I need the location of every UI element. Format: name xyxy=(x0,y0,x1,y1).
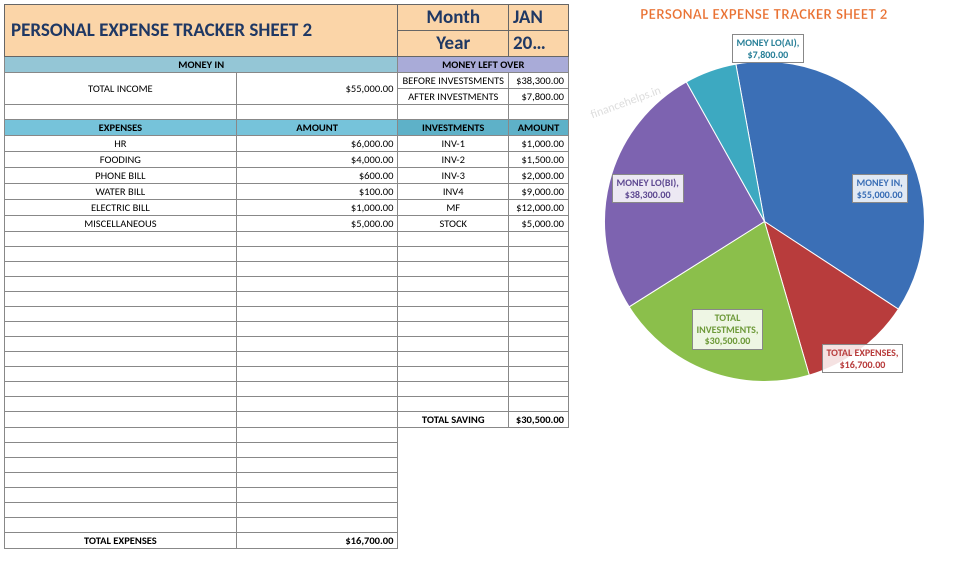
table-row xyxy=(5,428,569,443)
table-row xyxy=(5,337,569,352)
table-row: HR$6,000.00INV-1$1,000.00 xyxy=(5,136,569,152)
table-row: MISCELLANEOUS$5,000.00STOCK$5,000.00 xyxy=(5,216,569,232)
table-row xyxy=(5,488,569,503)
investment-amount[interactable]: $5,000.00 xyxy=(509,216,569,232)
total-income-value[interactable]: $55,000.00 xyxy=(236,73,398,105)
table-row: PHONE BILL$600.00INV-3$2,000.00 xyxy=(5,168,569,184)
header-expenses-amount: AMOUNT xyxy=(236,120,398,136)
sheet-title: PERSONAL EXPENSE TRACKER SHEET 2 xyxy=(5,5,398,57)
investment-name[interactable]: INV-3 xyxy=(398,168,509,184)
table-row xyxy=(5,277,569,292)
expense-name[interactable]: WATER BILL xyxy=(5,184,237,200)
title-row: PERSONAL EXPENSE TRACKER SHEET 2 Month J… xyxy=(5,5,569,31)
before-inv-label: BEFORE INVESTSMENTS xyxy=(398,73,509,89)
table-row xyxy=(5,382,569,397)
total-saving-value[interactable]: $30,500.00 xyxy=(509,412,569,428)
year-label: Year xyxy=(398,31,509,57)
expense-name[interactable]: HR xyxy=(5,136,237,152)
table-row xyxy=(5,232,569,247)
header-expenses: EXPENSES xyxy=(5,120,237,136)
investment-name[interactable]: MF xyxy=(398,200,509,216)
table-row: FOODING$4,000.00INV-2$1,500.00 xyxy=(5,152,569,168)
pie-label: TOTALINVESTMENTS,$30,500.00 xyxy=(692,309,764,350)
table-row: ELECTRIC BILL$1,000.00MF$12,000.00 xyxy=(5,200,569,216)
table-row xyxy=(5,292,569,307)
table-row: WATER BILL$100.00INV4$9,000.00 xyxy=(5,184,569,200)
expense-amount[interactable]: $1,000.00 xyxy=(236,200,398,216)
header-money-in: MONEY IN xyxy=(5,57,398,73)
spreadsheet-area: PERSONAL EXPENSE TRACKER SHEET 2 Month J… xyxy=(4,4,569,549)
header-money-left: MONEY LEFT OVER xyxy=(398,57,569,73)
expense-amount[interactable]: $100.00 xyxy=(236,184,398,200)
table-row xyxy=(5,322,569,337)
expense-amount[interactable]: $6,000.00 xyxy=(236,136,398,152)
investment-name[interactable]: STOCK xyxy=(398,216,509,232)
table-row xyxy=(5,307,569,322)
pie-label: MONEY IN,$55,000.00 xyxy=(852,174,908,203)
table-row xyxy=(5,443,569,458)
pie-label: MONEY LO(BI),$38,300.00 xyxy=(612,174,684,203)
table-row xyxy=(5,458,569,473)
expense-amount[interactable]: $600.00 xyxy=(236,168,398,184)
investment-name[interactable]: INV-1 xyxy=(398,136,509,152)
chart-area: PERSONAL EXPENSE TRACKER SHEET 2 finance… xyxy=(579,4,949,549)
header-investments: INVESTMENTS xyxy=(398,120,509,136)
expense-name[interactable]: MISCELLANEOUS xyxy=(5,216,237,232)
expense-amount[interactable]: $5,000.00 xyxy=(236,216,398,232)
expense-name[interactable]: PHONE BILL xyxy=(5,168,237,184)
table-row xyxy=(5,503,569,518)
investment-amount[interactable]: $12,000.00 xyxy=(509,200,569,216)
expense-name[interactable]: FOODING xyxy=(5,152,237,168)
main-table: PERSONAL EXPENSE TRACKER SHEET 2 Month J… xyxy=(4,4,569,549)
table-row xyxy=(5,367,569,382)
table-row xyxy=(5,473,569,488)
table-row xyxy=(5,518,569,533)
table-row xyxy=(5,397,569,412)
month-label: Month xyxy=(398,5,509,31)
total-expenses-row: TOTAL EXPENSES $16,700.00 xyxy=(5,533,569,549)
after-inv-value[interactable]: $7,800.00 xyxy=(509,89,569,105)
header-investments-amount: AMOUNT xyxy=(509,120,569,136)
before-inv-value[interactable]: $38,300.00 xyxy=(509,73,569,89)
pie-chart: MONEY IN,$55,000.00 TOTAL EXPENSES,$16,70… xyxy=(597,54,932,389)
total-income-label: TOTAL INCOME xyxy=(5,73,237,105)
investment-name[interactable]: INV4 xyxy=(398,184,509,200)
expense-name[interactable]: ELECTRIC BILL xyxy=(5,200,237,216)
investment-name[interactable]: INV-2 xyxy=(398,152,509,168)
total-expenses-value[interactable]: $16,700.00 xyxy=(236,533,398,549)
investment-amount[interactable]: $2,000.00 xyxy=(509,168,569,184)
chart-title: PERSONAL EXPENSE TRACKER SHEET 2 xyxy=(579,6,949,24)
expense-amount[interactable]: $4,000.00 xyxy=(236,152,398,168)
after-inv-label: AFTER INVESTMENTS xyxy=(398,89,509,105)
pie-label: TOTAL EXPENSES,$16,700.00 xyxy=(822,344,904,373)
investment-amount[interactable]: $1,500.00 xyxy=(509,152,569,168)
total-saving-label: TOTAL SAVING xyxy=(398,412,509,428)
table-row xyxy=(5,352,569,367)
investment-amount[interactable]: $9,000.00 xyxy=(509,184,569,200)
investment-amount[interactable]: $1,000.00 xyxy=(509,136,569,152)
total-saving-row: TOTAL SAVING $30,500.00 xyxy=(5,412,569,428)
pie-label: MONEY LO(AI),$7,800.00 xyxy=(732,34,805,63)
pie-svg xyxy=(597,54,932,389)
table-row xyxy=(5,247,569,262)
table-row xyxy=(5,262,569,277)
year-value[interactable]: 20… xyxy=(509,31,569,57)
month-value[interactable]: JAN xyxy=(509,5,569,31)
total-expenses-label: TOTAL EXPENSES xyxy=(5,533,237,549)
